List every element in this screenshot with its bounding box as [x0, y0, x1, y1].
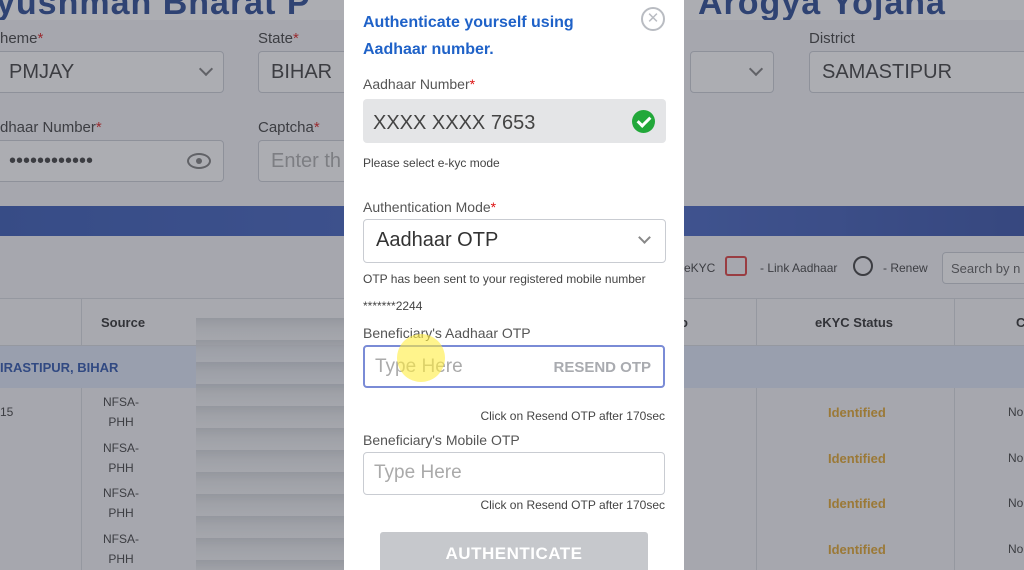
mobile-otp-label: Beneficiary's Mobile OTP: [363, 432, 520, 448]
ekyc-auth-modal: Authenticate yourself using Aadhaar numb…: [344, 0, 684, 570]
authenticate-button[interactable]: AUTHENTICATE: [380, 532, 648, 570]
resend-otp-button[interactable]: RESEND OTP: [553, 359, 651, 376]
aadhaar-otp-label: Beneficiary's Aadhaar OTP: [363, 325, 531, 341]
chevron-down-icon: [638, 231, 651, 244]
mobile-otp-input[interactable]: [374, 461, 544, 485]
auth-mode-label: Authentication Mode*: [363, 199, 497, 215]
select-mode-note: Please select e-kyc mode: [363, 156, 500, 170]
aadhaar-number-value: XXXX XXXX 7653: [373, 112, 536, 134]
cursor-highlight: [397, 334, 445, 382]
masked-mobile-number: *******2244: [363, 299, 423, 313]
mobile-otp-field[interactable]: [363, 452, 665, 495]
auth-mode-select[interactable]: Aadhaar OTP: [363, 219, 666, 263]
resend-hint: Click on Resend OTP after 170sec: [480, 409, 665, 423]
auth-mode-value: Aadhaar OTP: [376, 229, 499, 251]
modal-title: Authenticate yourself using Aadhaar numb…: [363, 14, 574, 58]
aadhaar-number-label: Aadhaar Number*: [363, 76, 476, 92]
aadhaar-number-field: XXXX XXXX 7653: [363, 99, 666, 143]
resend-hint: Click on Resend OTP after 170sec: [480, 498, 665, 512]
close-icon[interactable]: ✕: [641, 7, 665, 31]
verified-check-icon: [632, 110, 655, 133]
otp-sent-note: OTP has been sent to your registered mob…: [363, 272, 646, 286]
